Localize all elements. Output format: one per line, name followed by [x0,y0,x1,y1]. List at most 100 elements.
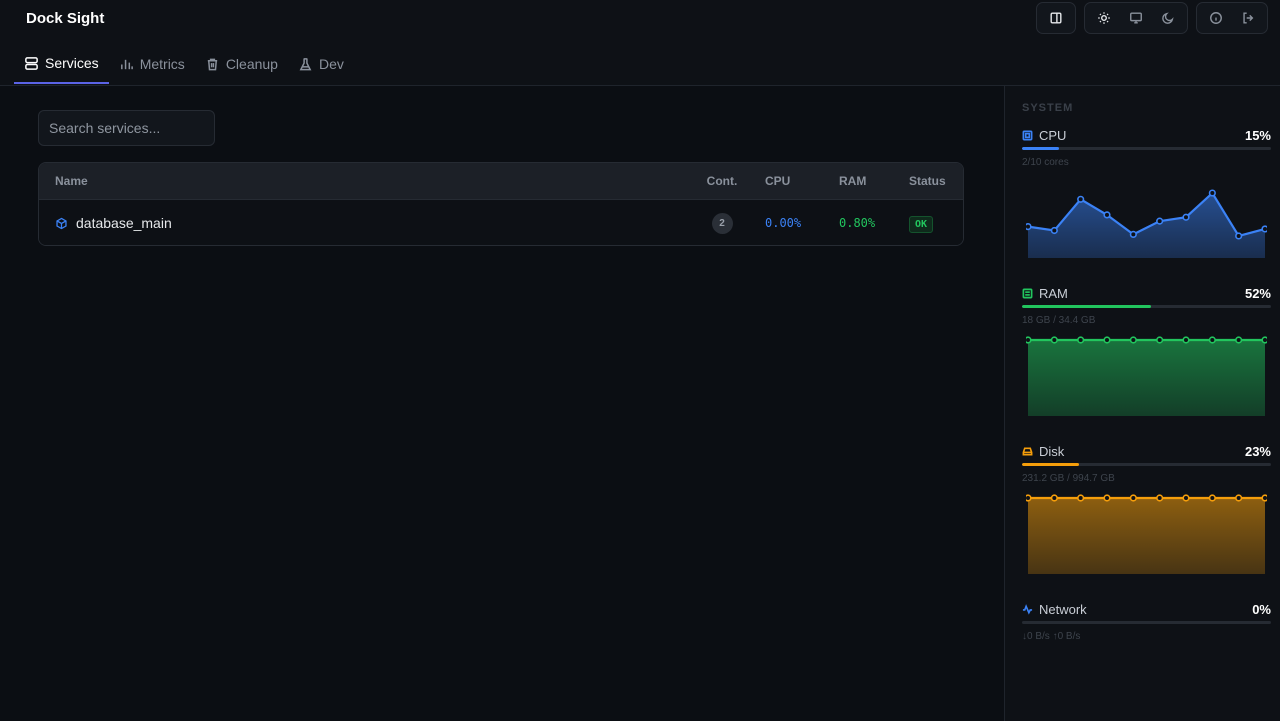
sparkline-point [1103,336,1111,344]
sparkline-point [1129,494,1137,502]
sparkline-point [1129,230,1137,239]
sparkline-point [1261,336,1267,344]
disk-icon [1022,446,1033,456]
metric-bar-track [1022,305,1271,308]
sparkline-point [1026,494,1032,502]
flask-icon [299,57,312,70]
sparkline-point [1026,223,1032,231]
tab-label: Cleanup [225,56,278,72]
metric-cpu-label: CPU [1022,128,1066,143]
column-header-cpu[interactable]: CPU [757,174,829,188]
main-content: Name Cont. CPU RAM Status database_main … [0,86,1004,721]
sparkline-point [1050,494,1058,502]
logout-icon [1243,12,1254,24]
sidebar-toggle-icon [1050,12,1062,24]
metric-bar-fill [1022,147,1060,150]
sparkline-point [1261,225,1267,233]
sparkline-point [1235,336,1243,344]
info-button[interactable] [1200,5,1232,31]
moon-icon [1162,12,1174,24]
metric-network: Network 0% ↓0 B/s ↑0 B/s [1022,601,1271,642]
info-icon [1210,12,1222,24]
tab-label: Dev [318,56,344,72]
sparkline-point [1156,494,1164,502]
sun-icon [1098,12,1110,24]
theme-group [1084,2,1188,34]
sparkline-area [1028,340,1265,416]
metric-sub: ↓0 B/s ↑0 B/s [1022,631,1081,642]
metric-percent: 15% [1244,127,1271,143]
table-header: Name Cont. CPU RAM Status [39,163,963,200]
services-table: Name Cont. CPU RAM Status database_main … [38,162,964,246]
layout-group [1036,2,1076,34]
header-toolbar [1036,2,1268,34]
metric-percent: 52% [1244,285,1271,301]
metric-bar-track [1022,463,1271,466]
misc-group [1196,2,1268,34]
metric-disk-label: Disk [1022,444,1064,459]
metric-disk: Disk 23% 231.2 GB / 994.7 GB [1022,443,1271,484]
service-name: database_main [76,215,172,231]
metric-percent: 0% [1252,601,1271,617]
sparkline-point [1129,336,1137,344]
sparkline-point [1026,336,1032,344]
sparkline-point [1182,336,1190,344]
activity-icon [1022,603,1033,615]
metric-ram-label: RAM [1022,286,1068,301]
sparkline-point [1208,494,1216,502]
metric-ram: RAM 52% 18 GB / 34.4 GB [1022,285,1271,326]
sparkline-point [1208,336,1216,344]
sparkline-point [1077,336,1085,344]
sparkline-point [1182,213,1190,221]
tab-metrics[interactable]: Metrics [109,44,195,84]
metric-sub: 2/10 cores [1022,157,1069,168]
top-header: Dock Sight Services Metrics Cleanup Dev [0,0,1280,86]
column-header-containers[interactable]: Cont. [687,174,757,188]
sparkline-area [1028,498,1265,574]
cpu-history-chart [1026,189,1267,258]
service-cpu: 0.00% [765,216,802,230]
app-root: Dock Sight Services Metrics Cleanup Dev [0,0,1280,721]
status-cell: OK [899,214,963,233]
container-count-badge: 2 [711,212,733,234]
memory-icon [1022,288,1033,298]
metric-bar-track [1022,621,1271,624]
system-theme-button[interactable] [1120,5,1152,31]
dark-theme-button[interactable] [1152,5,1184,31]
status-badge: OK [909,215,934,233]
server-icon [25,56,38,70]
metric-cpu: CPU 15% 2/10 cores [1022,127,1271,168]
column-header-name[interactable]: Name [39,174,687,188]
column-header-status[interactable]: Status [899,174,963,188]
table-row[interactable]: database_main 2 0.00% 0.80% OK [39,200,963,245]
service-ram: 0.80% [839,216,876,230]
sparkline-area [1028,193,1265,258]
metric-name: CPU [1039,127,1067,143]
sparkline-point [1235,232,1243,240]
sparkline-point [1208,189,1216,197]
cpu-icon [1022,130,1033,140]
tab-label: Services [45,55,99,71]
tab-bar: Services Metrics Cleanup Dev [14,44,354,85]
trash-icon [207,58,217,70]
sparkline-point [1077,494,1085,502]
tab-label: Metrics [139,56,185,72]
light-theme-button[interactable] [1088,5,1120,31]
bar-chart-icon [120,59,133,69]
sparkline-point [1050,336,1058,344]
toggle-sidebar-button[interactable] [1040,5,1072,31]
tab-services[interactable]: Services [14,44,109,84]
sparkline-point [1235,494,1243,502]
tab-cleanup[interactable]: Cleanup [195,44,288,84]
monitor-icon [1130,12,1142,24]
logout-button[interactable] [1232,5,1264,31]
sparkline-point [1156,336,1164,344]
ram-history-chart [1026,336,1267,416]
metric-name: RAM [1039,285,1068,301]
column-header-ram[interactable]: RAM [829,174,899,188]
tab-dev[interactable]: Dev [288,44,354,84]
search-input[interactable] [38,110,215,146]
metric-bar-fill [1022,463,1080,466]
service-name-cell: database_main [39,215,687,231]
sparkline-point [1103,211,1111,219]
